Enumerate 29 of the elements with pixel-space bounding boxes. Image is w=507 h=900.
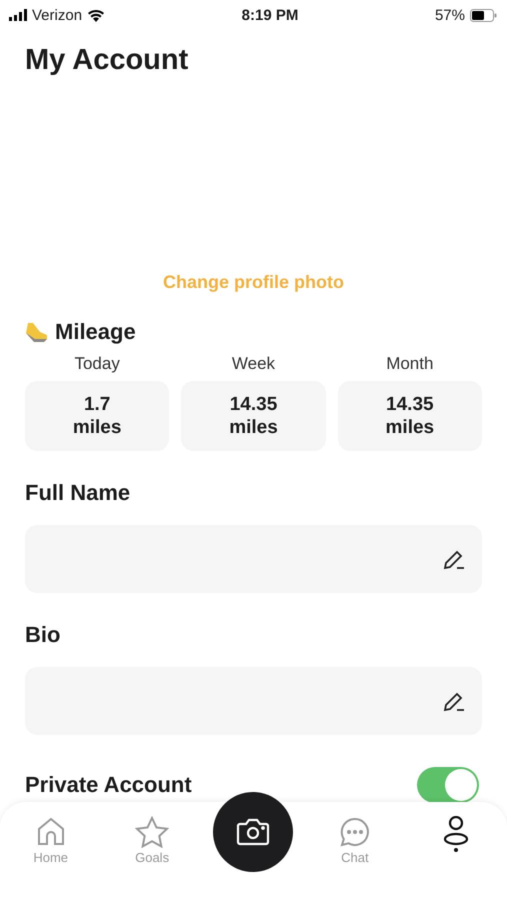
stat-label: Month	[386, 354, 434, 374]
signal-icon	[9, 9, 27, 21]
mileage-heading: Mileage	[55, 318, 136, 346]
input-field[interactable]	[25, 525, 482, 593]
stat-card: 14.35 miles	[338, 381, 482, 451]
battery-icon	[470, 8, 497, 22]
toggle-switch[interactable]	[417, 767, 479, 803]
private-account-label: Private Account	[25, 771, 192, 799]
clock-time: 8:19 PM	[242, 6, 298, 24]
nav-tab[interactable]: Home	[0, 816, 102, 865]
chat-icon	[338, 816, 371, 848]
nav-tab[interactable]: Chat	[304, 816, 406, 865]
field-label: Full Name	[25, 479, 132, 507]
stat-card: 14.35 miles	[181, 381, 326, 451]
field-label: Bio	[25, 621, 62, 649]
camera-icon	[236, 817, 270, 847]
change-photo-link[interactable]: Change profile photo	[163, 270, 344, 294]
profile-icon	[443, 816, 470, 846]
stat-label: Week	[232, 354, 276, 374]
stat-card: 1.7 miles	[25, 381, 170, 451]
wifi-icon	[87, 8, 106, 22]
battery-percent: 57%	[434, 6, 465, 24]
page-title: My Account	[25, 43, 190, 78]
stat-label: Today	[74, 354, 120, 374]
shoe-icon	[25, 321, 49, 343]
nav-tab[interactable]: Goals	[101, 816, 203, 865]
input-field[interactable]	[25, 667, 482, 735]
star-icon	[135, 816, 170, 848]
carrier-name: Verizon	[32, 6, 82, 24]
